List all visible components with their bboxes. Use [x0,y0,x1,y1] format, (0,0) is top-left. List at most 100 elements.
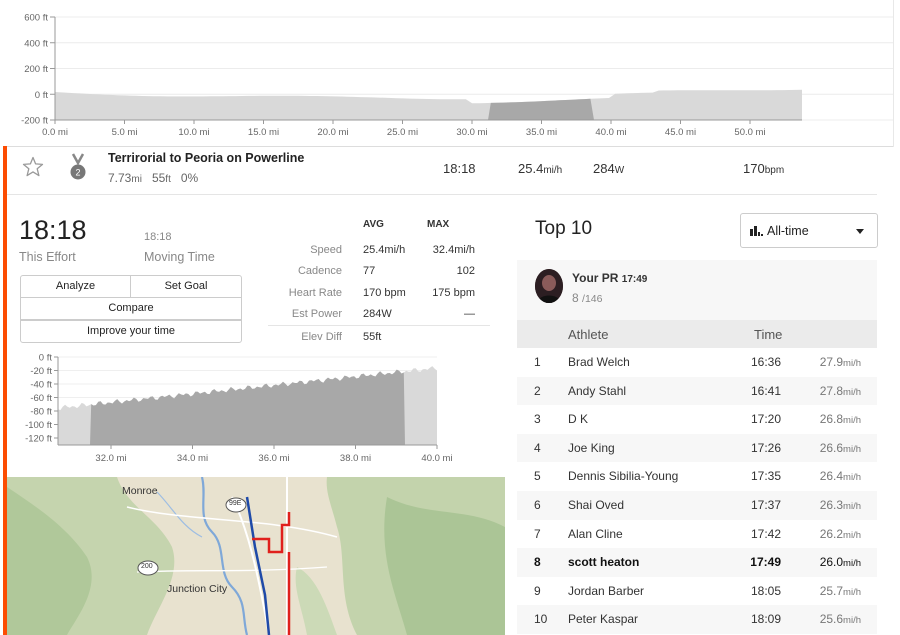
athlete-time: 16:41 [750,383,781,398]
athlete-name[interactable]: Jordan Barber [568,584,644,598]
segment-time: 18:18 [443,161,476,176]
athlete-rank: 7 [534,526,541,541]
speed-unit: mi/h [843,558,861,570]
segment-heart-rate: 170bpm [743,161,784,176]
table-row[interactable]: 7 Alan Cline 17:42 26.2mi/h [517,520,877,549]
star-icon[interactable] [21,155,45,179]
y-tick-label: 600 ft [24,13,48,24]
speed-unit: mi/h [543,165,563,176]
table-row[interactable]: 10 Peter Kaspar 18:09 25.6mi/h [517,605,877,634]
athlete-time: 17:37 [750,498,781,512]
y-tick-label: -120 ft [25,434,52,445]
athlete-time: 17:20 [750,412,781,427]
stat-avg-speed: 25.4mi/h [363,244,406,256]
segment-row[interactable]: 2 Terrirorial to Peoria on Powerline 7.7… [7,147,877,195]
athlete-name[interactable]: Joe King [568,441,615,455]
speed-value: 25.7 [819,583,844,598]
improve-time-button[interactable]: Improve your time [20,320,242,343]
stat-avg-heart-rate: 170 bpm [363,287,406,299]
athlete-rank: 8 [534,555,541,570]
stat-label-heart-rate: Heart Rate [288,287,342,299]
y-tick-label: -80 ft [30,407,52,418]
set-goal-button[interactable]: Set Goal [130,275,242,298]
athlete-rank: 1 [534,355,541,369]
x-tick-label: 0.0 mi [42,127,68,138]
segment-elevation: 55 [151,171,166,185]
table-row[interactable]: 2 Andy Stahl 16:41 27.8mi/h [517,376,877,406]
table-row[interactable]: 8 scott heaton 17:49 26.0mi/h [517,548,877,577]
table-row[interactable]: 3 D K 17:20 26.8mi/h [517,405,877,434]
y-tick-label: 0 ft [35,90,49,101]
athlete-name[interactable]: Andy Stahl [568,384,626,398]
compare-button[interactable]: Compare [20,297,242,320]
y-tick-label: -20 ft [30,366,52,377]
x-tick-label: 35.0 mi [526,127,557,138]
athlete-speed: 25.7mi/h [803,584,861,598]
route-elevation-profile[interactable]: 600 ft 400 ft 200 ft 0 ft -200 ft 0.0 mi 5.0 … [0,0,900,145]
table-row[interactable]: 5 Dennis Sibilia-Young 17:35 26.4mi/h [517,462,877,491]
chevron-down-icon [856,229,864,234]
elevation-unit: ft [165,174,171,185]
athlete-column-header: Athlete [568,327,609,342]
stat-avg-power: 284W [363,308,392,320]
athlete-rank: 5 [534,469,541,484]
athlete-speed: 26.4mi/h [803,469,861,483]
segment-details: 7.73mi 55ft 0% [108,171,198,185]
analyze-button[interactable]: Analyze [20,275,131,298]
panel-border [893,0,894,147]
athlete-speed: 27.8mi/h [803,384,861,398]
athlete-rank: 3 [534,412,541,427]
distance-unit: mi [131,174,142,185]
table-row[interactable]: 6 Shai Oved 17:37 26.3mi/h [517,491,877,520]
x-tick-label: 50.0 mi [734,127,765,138]
leaderboard-filter-select[interactable]: All-time [740,213,878,248]
leaderboard-header: Athlete Time [517,320,877,348]
stat-label-elev-diff: Elev Diff [301,331,342,343]
y-tick-label: 200 ft [24,64,48,75]
athlete-name[interactable]: Brad Welch [568,355,630,369]
athlete-name[interactable]: Peter Kaspar [568,612,638,626]
effort-highlight-area [90,369,405,445]
x-tick-label: 15.0 mi [248,127,279,138]
stat-max-heart-rate: 175 bpm [432,287,475,299]
x-tick-label: 36.0 mi [258,453,289,464]
athlete-name[interactable]: D K [568,412,588,426]
athlete-name[interactable]: Dennis Sibilia-Young [568,469,678,483]
hr-unit: bpm [764,165,785,176]
table-row[interactable]: 1 Brad Welch 16:36 27.9mi/h [517,348,877,377]
stat-max-cadence: 102 [456,265,475,277]
speed-unit: mi/h [843,501,861,512]
effort-elevation-profile[interactable]: 0 ft -20 ft -40 ft -60 ft -80 ft -100 ft -120 … [0,348,505,473]
segment-name[interactable]: Terrirorial to Peoria on Powerline [108,151,304,165]
athlete-speed: 26.2mi/h [803,527,861,541]
speed-value: 26.0 [819,555,844,570]
leaderboard-title: Top 10 [535,218,593,239]
elevation-y-axis: 600 ft 400 ft 200 ft 0 ft -200 ft [21,13,56,127]
moving-time-label: Moving Time [144,250,215,264]
map-label-99e: 99E [229,500,242,507]
medal-icon: 2 [70,153,86,180]
x-tick-label: 30.0 mi [456,127,487,138]
athlete-name[interactable]: Alan Cline [568,527,623,541]
athlete-speed: 27.9mi/h [803,355,861,369]
y-tick-label: 0 ft [39,353,53,364]
athlete-name[interactable]: Shai Oved [568,498,624,512]
pr-rank-total: /146 [582,293,603,305]
avatar[interactable] [535,269,563,303]
athlete-speed: 26.3mi/h [803,498,861,512]
pr-label: Your PR 17:49 [572,271,647,285]
table-row[interactable]: 4 Joe King 17:26 26.6mi/h [517,433,877,463]
segment-map[interactable]: Monroe Junction City 99E 200 [7,477,505,635]
speed-value: 25.4 [518,161,544,176]
map-canvas [7,477,505,635]
moving-time: 18:18 [144,231,172,243]
athlete-rank: 4 [534,440,541,455]
x-tick-label: 34.0 mi [177,453,208,464]
athlete-speed: 25.6mi/h [803,612,861,626]
stat-label-cadence: Cadence [297,265,342,277]
athlete-time: 16:36 [750,355,781,369]
table-row[interactable]: 9 Jordan Barber 18:05 25.7mi/h [517,577,877,606]
athlete-name[interactable]: scott heaton [568,555,639,569]
speed-unit: mi/h [843,529,861,541]
pr-label-text: Your PR [572,271,619,285]
